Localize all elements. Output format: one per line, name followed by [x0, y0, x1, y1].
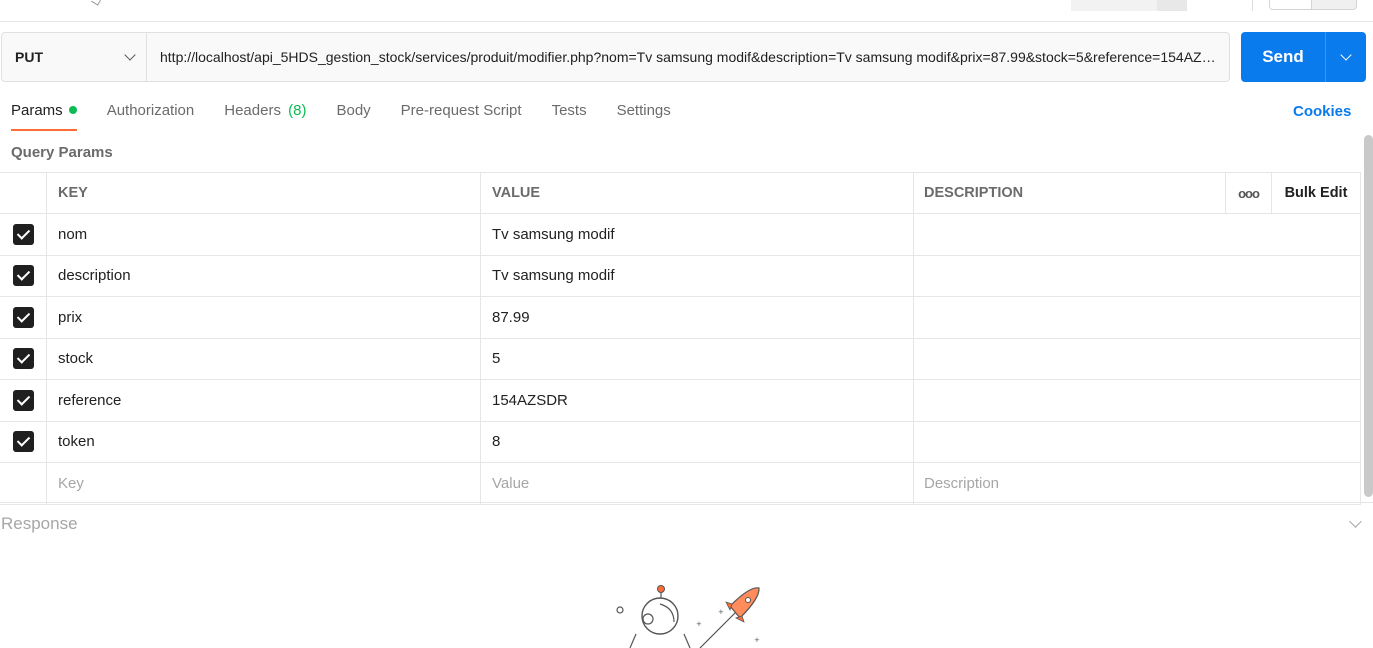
tab-authorization[interactable]: Authorization — [107, 100, 195, 131]
column-header-key: KEY — [47, 173, 481, 213]
method-label: PUT — [15, 49, 43, 65]
send-button-group: Send — [1241, 32, 1366, 82]
param-key[interactable]: stock — [47, 338, 481, 379]
chevron-down-icon[interactable] — [1349, 515, 1362, 528]
postman-request-page: PUT http://localhost/api_5HDS_gestion_st… — [0, 0, 1373, 648]
value-input[interactable]: Value — [481, 463, 914, 504]
param-value[interactable]: 8 — [481, 421, 914, 462]
top-toolbar-strip — [0, 0, 1373, 22]
column-header-description: DESCRIPTION — [914, 173, 1226, 213]
divider — [1252, 0, 1253, 11]
param-value[interactable]: 154AZSDR — [481, 380, 914, 421]
headers-count: (8) — [288, 102, 307, 119]
column-header-value: VALUE — [481, 173, 914, 213]
table-header: KEY VALUE DESCRIPTION ooo Bulk Edit — [0, 172, 1361, 214]
request-tabs: Params Authorization Headers (8) Body Pr… — [11, 100, 701, 132]
param-key[interactable]: description — [47, 255, 481, 296]
request-bar: PUT http://localhost/api_5HDS_gestion_st… — [1, 32, 1230, 82]
chevron-down-icon — [124, 49, 136, 61]
table-row: prix 87.99 — [0, 297, 1361, 339]
bulk-edit-button[interactable]: Bulk Edit — [1272, 173, 1361, 213]
tab-params[interactable]: Params — [11, 100, 77, 131]
param-key[interactable]: reference — [47, 380, 481, 421]
param-value[interactable]: 5 — [481, 338, 914, 379]
query-params-table: KEY VALUE DESCRIPTION ooo Bulk Edit nom … — [0, 172, 1361, 505]
method-select[interactable]: PUT — [2, 33, 147, 81]
tab-pre-request-script[interactable]: Pre-request Script — [401, 100, 522, 131]
param-checkbox[interactable] — [12, 223, 34, 245]
key-input[interactable]: Key — [47, 463, 481, 504]
param-value[interactable]: Tv samsung modif — [481, 255, 914, 296]
param-checkbox[interactable] — [12, 306, 34, 328]
description-input[interactable]: Description — [914, 463, 1361, 504]
param-checkbox[interactable] — [12, 348, 34, 370]
svg-text:+: + — [696, 620, 702, 628]
response-section: Response — [0, 502, 1373, 544]
send-options-button[interactable] — [1326, 32, 1366, 82]
url-input[interactable]: http://localhost/api_5HDS_gestion_stock/… — [147, 33, 1229, 81]
param-key[interactable]: nom — [47, 214, 481, 255]
param-checkbox[interactable] — [12, 431, 34, 453]
check-icon — [91, 0, 101, 6]
cookies-link[interactable]: Cookies — [1293, 103, 1351, 120]
response-title: Response — [1, 514, 78, 533]
active-dot-icon — [68, 106, 77, 115]
param-description[interactable] — [914, 297, 1361, 338]
param-description[interactable] — [914, 380, 1361, 421]
toolbar-button[interactable] — [1071, 0, 1157, 11]
send-button[interactable]: Send — [1241, 32, 1325, 82]
more-icon: ooo — [1238, 185, 1260, 201]
new-param-row: Key Value Description — [0, 463, 1361, 505]
table-row: reference 154AZSDR — [0, 380, 1361, 422]
astronaut-rocket-illustration: + + + — [616, 585, 760, 648]
param-key[interactable]: token — [47, 421, 481, 462]
table-row: description Tv samsung modif — [0, 255, 1361, 297]
chevron-down-icon — [1340, 49, 1352, 61]
param-value[interactable]: Tv samsung modif — [481, 214, 914, 255]
param-description[interactable] — [914, 255, 1361, 296]
tab-body[interactable]: Body — [336, 100, 370, 131]
toolbar-button-secondary[interactable] — [1157, 0, 1187, 11]
tab-settings[interactable]: Settings — [617, 100, 671, 131]
table-row: nom Tv samsung modif — [0, 214, 1361, 256]
svg-text:+: + — [718, 608, 724, 616]
view-toggle[interactable] — [1269, 0, 1357, 10]
param-description[interactable] — [914, 421, 1361, 462]
param-checkbox[interactable] — [12, 389, 34, 411]
param-description[interactable] — [914, 338, 1361, 379]
param-checkbox[interactable] — [12, 265, 34, 287]
table-row: token 8 — [0, 421, 1361, 463]
tab-headers[interactable]: Headers (8) — [224, 100, 306, 131]
table-row: stock 5 — [0, 338, 1361, 380]
scrollbar[interactable] — [1364, 135, 1373, 497]
more-options-button[interactable]: ooo — [1226, 173, 1272, 213]
svg-text:+: + — [754, 636, 760, 644]
param-value[interactable]: 87.99 — [481, 297, 914, 338]
param-description[interactable] — [914, 214, 1361, 255]
query-params-title: Query Params — [11, 144, 113, 161]
tab-tests[interactable]: Tests — [552, 100, 587, 131]
param-key[interactable]: prix — [47, 297, 481, 338]
url-text: http://localhost/api_5HDS_gestion_stock/… — [160, 49, 1217, 65]
